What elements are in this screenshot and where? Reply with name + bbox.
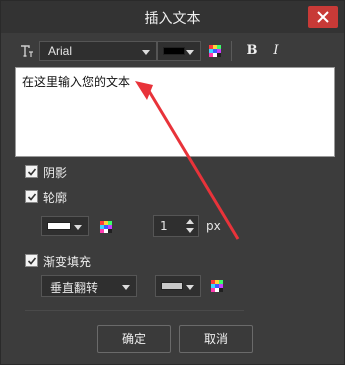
outline-width-value: 1	[160, 219, 168, 233]
font-family-value: Arial	[48, 44, 73, 58]
outline-color-picker[interactable]	[41, 216, 89, 236]
gradient-fill-checkbox[interactable]	[25, 254, 38, 267]
gradient-fill-label: 渐变填充	[43, 255, 92, 269]
outline-width-unit: px	[206, 219, 221, 233]
gradient-color-picker[interactable]	[155, 275, 201, 297]
font-family-select[interactable]: Arial	[39, 41, 157, 61]
text-font-icon	[21, 45, 33, 57]
outline-checkbox[interactable]	[25, 190, 38, 203]
insert-text-dialog: 插入文本 Arial B I 在这里输入您的文本 阴影 轮廓 1 px 渐变填充…	[0, 0, 345, 365]
color-palette-icon[interactable]	[209, 45, 221, 57]
chevron-down-icon	[122, 285, 130, 290]
gradient-color-swatch	[161, 282, 183, 290]
italic-button[interactable]: I	[267, 41, 285, 61]
checkmark-icon	[27, 257, 37, 265]
text-color-swatch	[163, 47, 185, 55]
close-icon	[317, 11, 329, 23]
close-button[interactable]	[308, 6, 338, 28]
increment-arrow-icon[interactable]	[186, 219, 194, 224]
chevron-down-icon	[74, 225, 82, 230]
chevron-down-icon	[186, 285, 194, 290]
toolbar-divider	[231, 41, 232, 61]
checkmark-icon	[27, 193, 37, 201]
dialog-title: 插入文本	[144, 11, 201, 27]
gradient-palette-icon[interactable]	[211, 280, 223, 292]
ok-button[interactable]: 确定	[97, 325, 171, 353]
text-toolbar: Arial B I	[15, 40, 330, 62]
outline-label: 轮廓	[43, 191, 68, 205]
outline-palette-icon[interactable]	[100, 221, 112, 233]
text-color-picker[interactable]	[157, 41, 201, 61]
title-bar: 插入文本	[1, 1, 344, 33]
cancel-button[interactable]: 取消	[179, 325, 253, 353]
bold-button[interactable]: B	[243, 41, 261, 61]
outline-width-stepper[interactable]: 1	[153, 215, 199, 237]
shadow-checkbox[interactable]	[25, 165, 38, 178]
outline-color-swatch	[47, 222, 71, 230]
shadow-label: 阴影	[43, 166, 68, 180]
checkmark-icon	[27, 168, 37, 176]
decrement-arrow-icon[interactable]	[186, 228, 194, 233]
chevron-down-icon	[142, 50, 150, 55]
text-input-area[interactable]: 在这里输入您的文本	[15, 67, 335, 157]
gradient-direction-select[interactable]: 垂直翻转	[41, 275, 137, 297]
gradient-direction-value: 垂直翻转	[50, 281, 99, 295]
section-divider	[25, 310, 244, 311]
chevron-down-icon	[186, 50, 194, 55]
